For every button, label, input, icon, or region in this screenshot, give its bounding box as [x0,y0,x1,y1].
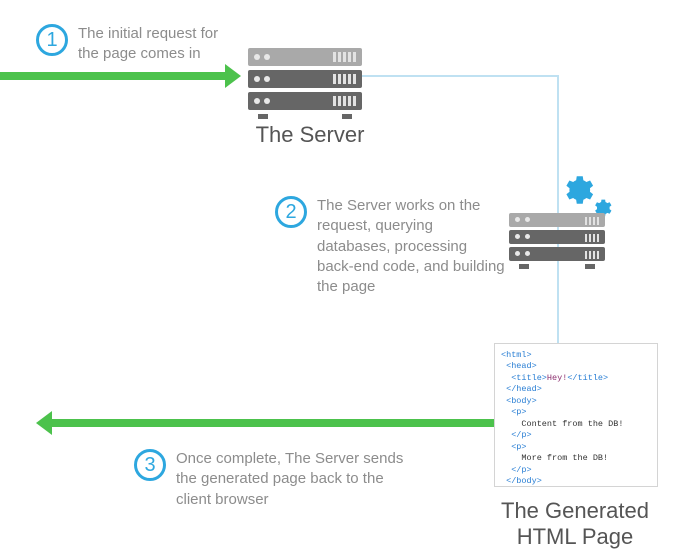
step-2-text: The Server works on the request, queryin… [317,196,507,297]
processing-server-icon [509,213,605,268]
code-line: </body> [501,476,542,486]
code-line: <p> [501,407,527,417]
step-3-badge: 3 [134,449,166,481]
step-1-text: The initial request for the page comes i… [78,24,243,65]
step-1-badge: 1 [36,24,68,56]
step-3-number: 3 [144,454,155,477]
generated-page-label: The Generated HTML Page [490,498,660,550]
server-label: The Server [245,122,375,148]
code-line: <html> [501,350,532,360]
step-1-number: 1 [46,29,57,52]
gear-icon [558,172,594,208]
step-2-badge: 2 [275,196,307,228]
code-line: <head> [501,361,537,371]
code-line: </p> [501,430,532,440]
arrow-request-in-icon [0,72,225,80]
code-line: <body> [501,396,537,406]
code-line: <title> [501,373,547,383]
code-line: </title> [567,373,608,383]
step-3-text: Once complete, The Server sends the gene… [176,449,406,510]
code-text: More from the DB! [501,453,608,463]
code-line: </p> [501,465,532,475]
code-line: <p> [501,442,527,452]
generated-html-box: <html> <head> <title>Hey!</title> </head… [494,343,658,487]
code-text: Hey! [547,373,567,383]
code-line: </head> [501,384,542,394]
server-icon [248,48,362,118]
code-text: Content from the DB! [501,419,623,429]
connector-line [361,75,558,77]
step-2-number: 2 [285,201,296,224]
connector-line [557,75,559,345]
arrow-response-out-icon [52,419,494,427]
